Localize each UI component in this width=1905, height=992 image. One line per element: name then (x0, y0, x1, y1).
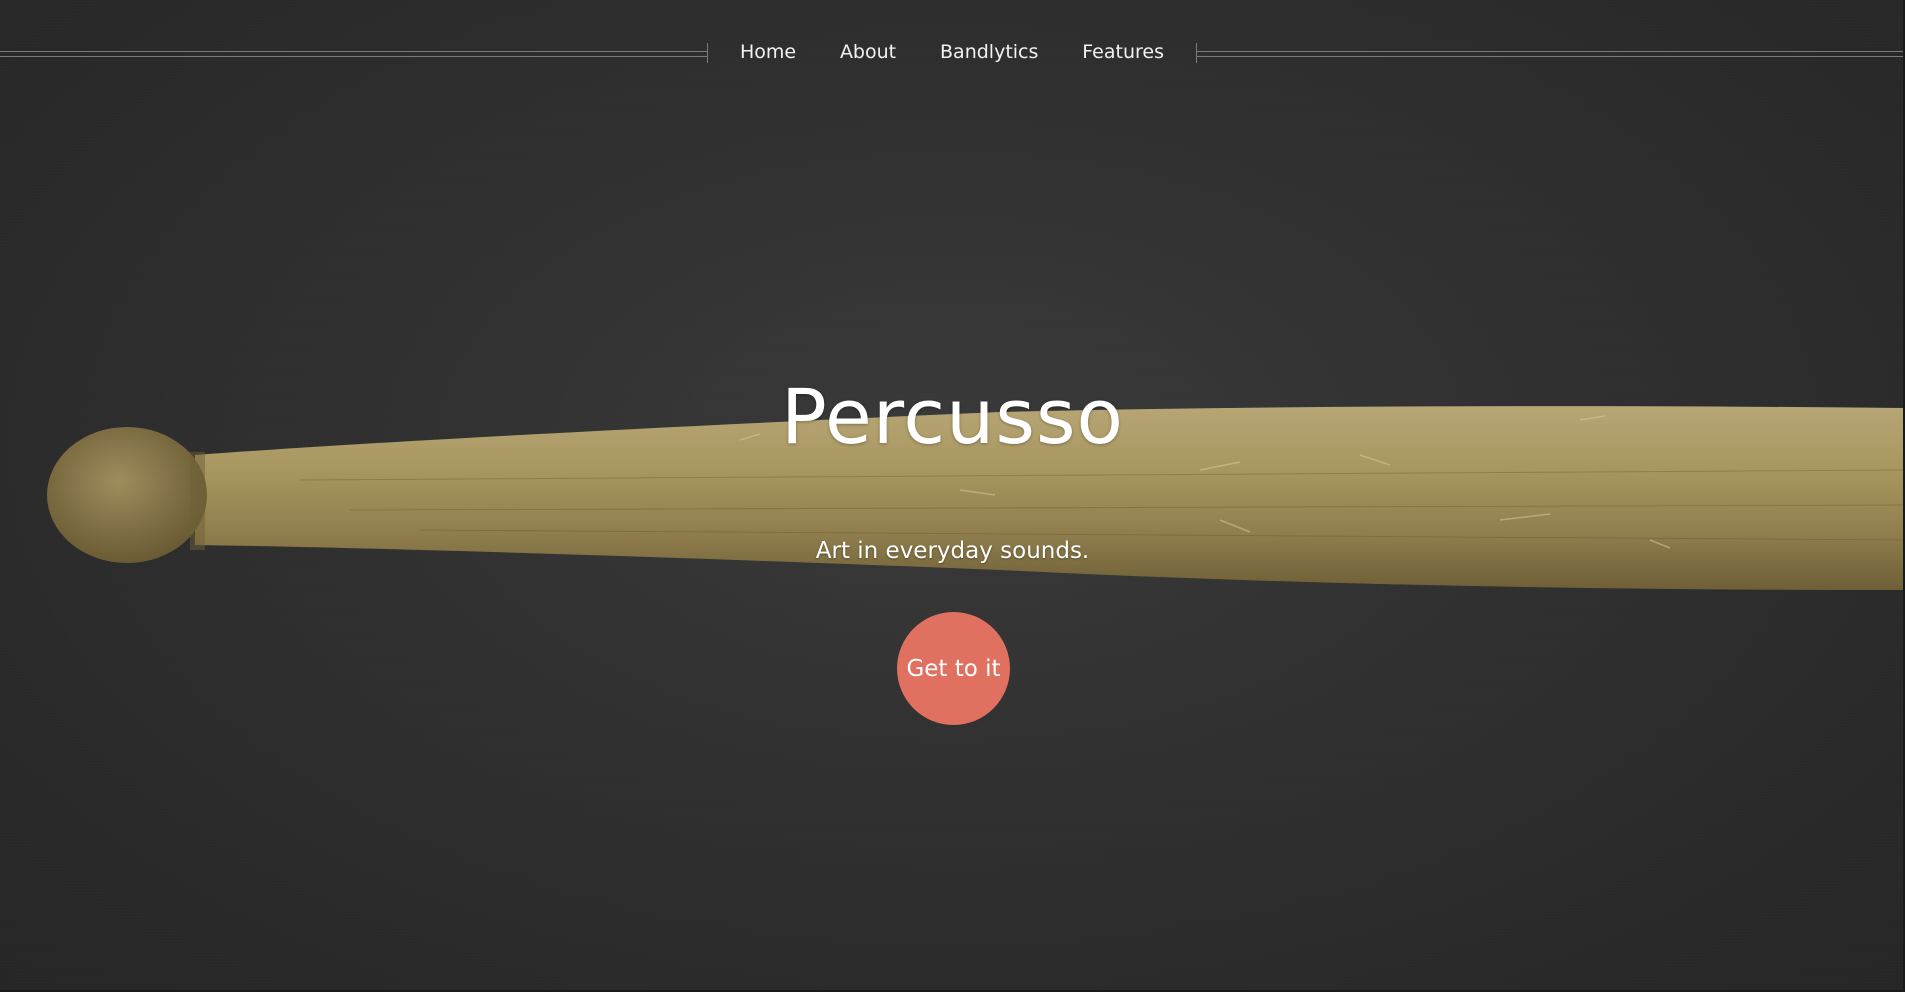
nav-item-home[interactable]: Home (740, 41, 796, 63)
nav-item-about[interactable]: About (840, 41, 896, 63)
hero-page: Home About Bandlytics Features Percusso … (0, 0, 1905, 992)
nav-divider-right (1196, 51, 1905, 57)
nav-items: Home About Bandlytics Features (708, 32, 1196, 72)
nav-item-features[interactable]: Features (1082, 41, 1164, 63)
nav-item-bandlytics[interactable]: Bandlytics (940, 41, 1038, 63)
drumstick-image (47, 406, 1905, 590)
nav-divider-left (0, 51, 707, 57)
hero-subtitle: Art in everyday sounds. (815, 538, 1090, 564)
get-to-it-button[interactable]: Get to it (897, 612, 1010, 725)
main-nav: Home About Bandlytics Features (0, 32, 1905, 72)
hero-title: Percusso (780, 372, 1125, 461)
